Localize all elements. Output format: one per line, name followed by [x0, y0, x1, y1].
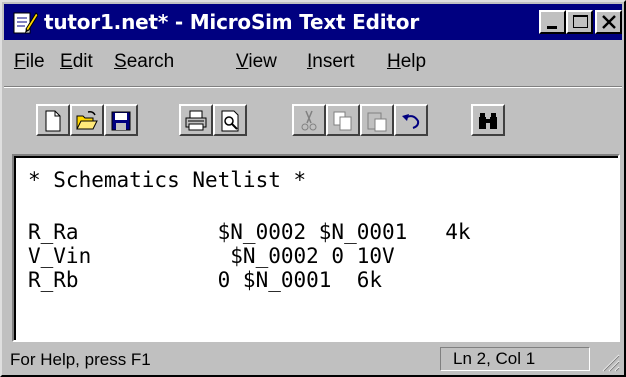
status-help-text: For Help, press F1	[10, 350, 151, 369]
cursor-position: Ln 2, Col 1	[453, 349, 536, 368]
print-preview-icon	[221, 110, 239, 132]
find-button[interactable]	[471, 104, 505, 136]
menu-file[interactable]: File	[14, 51, 45, 73]
undo-button[interactable]	[394, 104, 428, 136]
netlist-line: V_Vin $N_0002 0 10V	[28, 244, 395, 268]
new-button[interactable]	[36, 104, 70, 136]
maximize-button[interactable]	[566, 10, 593, 34]
open-folder-icon	[76, 111, 98, 130]
text-editor-area[interactable]: * Schematics Netlist * R_Ra $N_0002 $N_0…	[12, 154, 620, 342]
paste-button	[360, 104, 394, 136]
netlist-line: * Schematics Netlist *	[28, 168, 307, 192]
paste-icon	[367, 112, 387, 132]
menu-separator	[4, 86, 622, 88]
editor-window: tutor1.net* - MicroSim Text Editor File …	[0, 0, 626, 377]
open-button[interactable]	[70, 104, 104, 136]
new-file-icon	[45, 110, 61, 132]
text-editor-icon[interactable]	[12, 9, 39, 35]
menu-bar: File Edit Search View Insert Help	[4, 42, 622, 82]
netlist-line: R_Rb 0 $N_0001 6k	[28, 268, 383, 292]
menu-search[interactable]: Search	[114, 51, 174, 73]
save-button[interactable]	[104, 104, 138, 136]
undo-icon	[402, 114, 420, 129]
copy-button	[326, 104, 360, 136]
minimize-button[interactable]	[539, 10, 566, 34]
title-bar[interactable]: tutor1.net* - MicroSim Text Editor	[4, 4, 622, 40]
close-icon	[602, 15, 616, 29]
print-button[interactable]	[179, 104, 213, 136]
cut-icon	[301, 110, 317, 131]
status-bar: For Help, press F1 Ln 2, Col 1	[4, 344, 622, 375]
menu-help[interactable]: Help	[387, 51, 426, 73]
window-title: tutor1.net* - MicroSim Text Editor	[44, 10, 419, 34]
copy-icon	[333, 111, 352, 131]
print-preview-button[interactable]	[213, 104, 247, 136]
print-icon	[185, 110, 207, 131]
netlist-line: R_Ra $N_0002 $N_0001 4k	[28, 220, 471, 244]
save-disk-icon	[111, 111, 131, 131]
minimize-icon	[547, 26, 557, 29]
editor-content: * Schematics Netlist * R_Ra $N_0002 $N_0…	[14, 156, 618, 340]
close-button[interactable]	[595, 10, 622, 34]
maximize-icon	[573, 15, 588, 28]
menu-insert[interactable]: Insert	[307, 51, 355, 73]
toolbar	[4, 90, 622, 152]
resize-grip-icon[interactable]	[598, 350, 620, 372]
cursor-position-pane: Ln 2, Col 1	[440, 347, 590, 371]
menu-edit[interactable]: Edit	[60, 51, 93, 73]
menu-view[interactable]: View	[236, 51, 277, 73]
cut-button	[292, 104, 326, 136]
find-binoculars-icon	[479, 113, 497, 129]
